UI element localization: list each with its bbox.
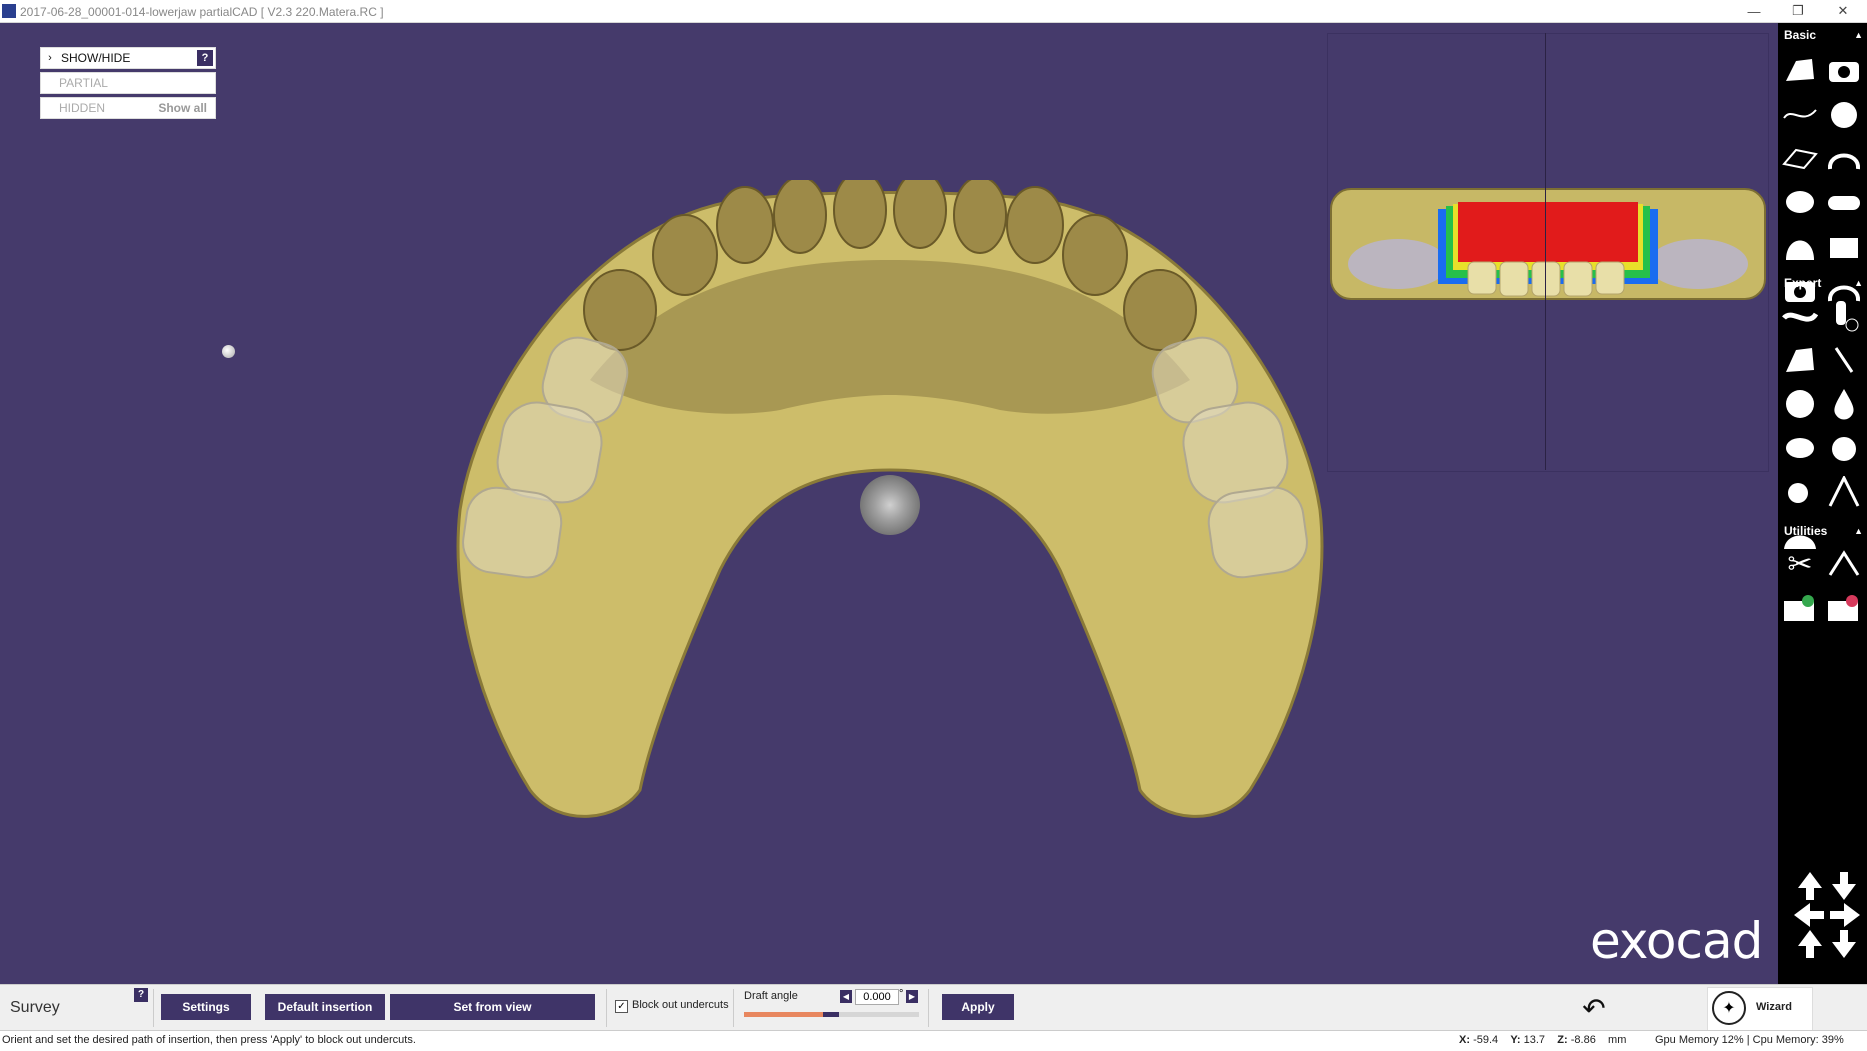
chevron-right-icon: ›	[48, 52, 52, 64]
clasp-icon[interactable]	[1824, 429, 1864, 467]
mode-label: Survey	[10, 999, 60, 1016]
close-button[interactable]: ✕	[1820, 0, 1866, 22]
screenshot-icon[interactable]	[1824, 51, 1864, 89]
default-insertion-button[interactable]: Default insertion	[265, 994, 385, 1020]
bridge-icon[interactable]	[1824, 227, 1864, 265]
add-model-icon[interactable]	[1780, 589, 1820, 627]
status-message: Orient and set the desired path of inser…	[2, 1034, 416, 1046]
status-bar: Orient and set the desired path of inser…	[0, 1030, 1867, 1051]
mesh-icon[interactable]	[1824, 95, 1864, 133]
degree-symbol: °	[899, 988, 904, 1000]
sprue-icon[interactable]	[1824, 341, 1864, 379]
measure-icon[interactable]	[1824, 545, 1864, 583]
settings-button[interactable]: Settings	[161, 994, 251, 1020]
draft-slider-handle[interactable]	[822, 1012, 839, 1017]
tool-palette: Basic ▲ Expert ▲ Utilities ▲ ✂	[1778, 23, 1867, 984]
block-out-undercuts-checkbox[interactable]: ✓	[615, 1000, 628, 1013]
wizard-label: Wizard	[1756, 1001, 1792, 1013]
texture-icon[interactable]	[1780, 385, 1820, 423]
minimize-button[interactable]: —	[1731, 0, 1777, 22]
rotation-center-marker[interactable]	[222, 345, 235, 358]
survey-help-button[interactable]: ?	[134, 988, 148, 1002]
undo-icon[interactable]: ↶	[1570, 988, 1618, 1028]
expert-section-label: Expert	[1784, 276, 1822, 290]
show-all-link[interactable]: Show all	[158, 101, 207, 115]
partial-label: PARTIAL	[59, 76, 108, 90]
exocad-logo: exocad	[1590, 912, 1763, 970]
draft-increase-button[interactable]: ▶	[906, 990, 918, 1003]
tooth-morph-icon[interactable]	[1780, 341, 1820, 379]
draft-decrease-button[interactable]: ◀	[840, 990, 852, 1003]
undercut-preview	[1330, 188, 1766, 300]
collapse-caret-icon[interactable]: ▲	[1854, 30, 1863, 40]
restore-button[interactable]: ❐	[1775, 0, 1821, 22]
z-label: Z:	[1557, 1034, 1568, 1046]
insertion-direction-handle[interactable]	[860, 475, 920, 535]
draft-angle-slider[interactable]	[744, 1012, 919, 1017]
add-connector-icon[interactable]	[1824, 297, 1864, 335]
block-out-undercuts-label: Block out undercuts	[632, 999, 729, 1011]
side-preview-view[interactable]	[1327, 33, 1769, 472]
remove-model-icon[interactable]	[1824, 589, 1864, 627]
text-engrave-icon[interactable]	[1824, 473, 1864, 511]
plane-cut-icon[interactable]	[1780, 139, 1820, 177]
divider	[606, 989, 607, 1027]
show-hide-panel: › SHOW/HIDE ? PARTIAL HIDDEN Show all	[40, 47, 216, 122]
apply-button[interactable]: Apply	[942, 994, 1014, 1020]
partial-row[interactable]: PARTIAL	[40, 72, 216, 94]
basic-section-label: Basic	[1784, 28, 1817, 42]
hidden-row[interactable]: HIDDEN Show all	[40, 97, 216, 119]
unit-label: mm	[1608, 1034, 1627, 1046]
gpu-memory: Gpu Memory 12%	[1655, 1034, 1744, 1046]
free-form-icon[interactable]	[1780, 183, 1820, 221]
draft-slider-fill	[744, 1012, 823, 1017]
smooth-icon[interactable]	[1780, 297, 1820, 335]
window-title: 2017-06-28_00001-014-lowerjaw partialCAD…	[20, 5, 384, 19]
memory-usage: Gpu Memory 12% | Cpu Memory: 39%	[1655, 1034, 1844, 1046]
attachment-icon[interactable]	[1824, 183, 1864, 221]
magic-wand-icon: ✦	[1712, 991, 1746, 1025]
cpu-memory: Cpu Memory: 39%	[1752, 1034, 1844, 1046]
jaw-outline-icon[interactable]	[1824, 139, 1864, 177]
show-hide-header[interactable]: › SHOW/HIDE ?	[40, 47, 216, 69]
x-label: X:	[1459, 1034, 1470, 1046]
z-value: -8.86	[1570, 1034, 1596, 1046]
navigation-arrows-icon[interactable]	[1792, 870, 1862, 960]
margin-line-icon[interactable]	[1780, 95, 1820, 133]
scissors-icon[interactable]: ✂	[1780, 545, 1820, 583]
draft-angle-input[interactable]: 0.000	[855, 989, 899, 1005]
set-from-view-button[interactable]: Set from view	[390, 994, 595, 1020]
wizard-button[interactable]: ✦ Wizard	[1707, 987, 1813, 1031]
divider	[153, 989, 154, 1027]
x-value: -59.4	[1473, 1034, 1499, 1046]
collapse-caret-icon[interactable]: ▲	[1854, 526, 1863, 536]
app-icon	[2, 4, 16, 18]
divider	[733, 989, 734, 1027]
survey-action-bar: Survey ? Settings Default insertion Set …	[0, 984, 1867, 1031]
help-button[interactable]: ?	[197, 50, 213, 66]
title-bar: 2017-06-28_00001-014-lowerjaw partialCAD…	[0, 0, 1867, 23]
draft-angle-label: Draft angle	[744, 990, 798, 1002]
y-label: Y:	[1510, 1034, 1521, 1046]
wax-drop-icon[interactable]	[1824, 385, 1864, 423]
arch-icon[interactable]	[1780, 227, 1820, 265]
collapse-caret-icon[interactable]: ▲	[1854, 278, 1863, 288]
retention-grid-icon[interactable]	[1780, 429, 1820, 467]
tooth-design-icon[interactable]	[1780, 51, 1820, 89]
hidden-label: HIDDEN	[59, 101, 106, 115]
probe-icon[interactable]	[1780, 473, 1820, 511]
show-hide-label: SHOW/HIDE	[61, 51, 131, 65]
y-value: 13.7	[1523, 1034, 1546, 1046]
utilities-section-label: Utilities	[1784, 524, 1828, 538]
preview-crosshair	[1545, 33, 1546, 470]
cursor-coordinates: X: -59.4 Y: 13.7 Z: -8.86 mm	[1459, 1034, 1626, 1046]
divider	[928, 989, 929, 1027]
